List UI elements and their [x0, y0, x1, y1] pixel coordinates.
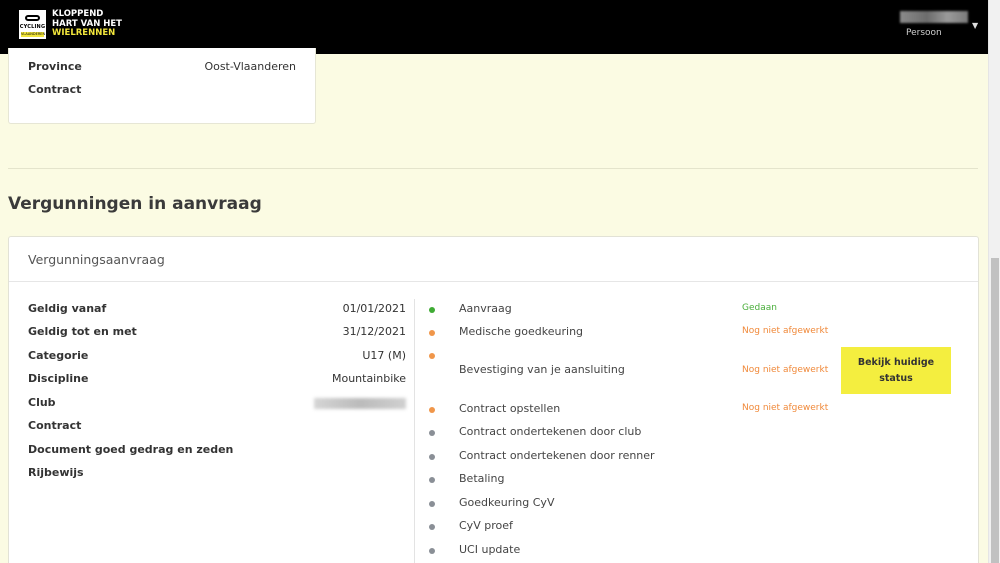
detail-label: Discipline — [28, 372, 89, 385]
step-name: Contract ondertekenen door renner — [459, 449, 655, 462]
scrollbar-thumb[interactable] — [991, 258, 999, 563]
step-name: Betaling — [459, 472, 505, 485]
view-current-status-button[interactable]: Bekijk huidige status — [841, 347, 951, 394]
detail-value: 01/01/2021 — [342, 302, 406, 315]
logo-line-3: WIELRENNEN — [52, 28, 116, 38]
step-inactive-dot-icon — [429, 477, 435, 483]
step-pending-dot-icon — [429, 407, 435, 413]
detail-label: Rijbewijs — [28, 466, 84, 479]
step-name: Goedkeuring CyV — [459, 496, 555, 509]
section-divider — [8, 168, 978, 169]
detail-row: Discipline Mountainbike — [28, 372, 406, 388]
top-navbar: CYCLING VLAANDEREN KLOPPEND HART VAN HET… — [0, 0, 988, 54]
club-value-redacted — [314, 398, 406, 409]
detail-value: U17 (M) — [362, 349, 406, 362]
step-name: Contract ondertekenen door club — [459, 425, 642, 438]
logo-badge-icon: CYCLING VLAANDEREN — [19, 10, 46, 39]
detail-value: 31/12/2021 — [342, 325, 406, 338]
step-name: Contract opstellen — [459, 402, 561, 415]
detail-label: Document goed gedrag en zeden — [28, 443, 234, 456]
contract-label: Contract — [28, 83, 82, 96]
logo-slogan: KLOPPEND HART VAN HET WIELRENNEN — [52, 9, 122, 39]
step-name: CyV proef — [459, 519, 513, 532]
user-role: Persoon — [906, 28, 942, 38]
step-inactive-dot-icon — [429, 524, 435, 530]
license-application-card: Vergunningsaanvraag Geldig vanaf 01/01/2… — [8, 236, 979, 563]
detail-label: Categorie — [28, 349, 89, 362]
step-inactive-dot-icon — [429, 454, 435, 460]
step-done-dot-icon — [429, 307, 435, 313]
step-name: Bevestiging van je aansluiting — [459, 363, 625, 376]
detail-label: Geldig tot en met — [28, 325, 137, 338]
step-status: Nog niet afgewerkt — [742, 365, 829, 375]
detail-label: Contract — [28, 419, 82, 432]
step-status: Gedaan — [742, 303, 777, 313]
detail-label: Geldig vanaf — [28, 302, 107, 315]
section-title: Vergunningen in aanvraag — [8, 194, 262, 214]
detail-row: Categorie U17 (M) — [28, 349, 406, 365]
step-inactive-dot-icon — [429, 501, 435, 507]
step-name: Aanvraag — [459, 302, 512, 315]
province-label: Province — [28, 60, 82, 73]
province-value: Oost-Vlaanderen — [204, 60, 296, 73]
caret-down-icon[interactable]: ▼ — [972, 21, 978, 30]
detail-row: Geldig vanaf 01/01/2021 — [28, 302, 406, 318]
cycling-vlaanderen-logo[interactable]: CYCLING VLAANDEREN KLOPPEND HART VAN HET… — [19, 9, 122, 39]
step-inactive-dot-icon — [429, 430, 435, 436]
profile-card: Province Oost-Vlaanderen Contract — [8, 48, 316, 124]
step-status: Nog niet afgewerkt — [742, 326, 829, 336]
step-pending-dot-icon — [429, 330, 435, 336]
detail-row: Rijbewijs — [28, 466, 406, 482]
step-pending-dot-icon — [429, 353, 435, 359]
user-name-redacted — [900, 11, 968, 23]
step-name: UCI update — [459, 543, 521, 556]
step-name: Medische goedkeuring — [459, 325, 584, 338]
detail-label: Club — [28, 396, 56, 409]
detail-row: Geldig tot en met 31/12/2021 — [28, 325, 406, 341]
page-scrollbar[interactable] — [988, 0, 1000, 563]
detail-value: Mountainbike — [331, 372, 406, 385]
detail-row: Contract — [28, 419, 406, 435]
profile-row-contract: Contract — [28, 83, 81, 96]
profile-row-province: Province Oost-Vlaanderen — [28, 60, 296, 73]
user-menu[interactable]: ▼ Persoon — [900, 11, 980, 38]
column-divider — [414, 299, 415, 563]
card-title: Vergunningsaanvraag — [9, 237, 978, 282]
detail-row: Club — [28, 396, 406, 412]
detail-row: Document goed gedrag en zeden — [28, 443, 406, 459]
step-status: Nog niet afgewerkt — [742, 403, 829, 413]
step-inactive-dot-icon — [429, 548, 435, 554]
